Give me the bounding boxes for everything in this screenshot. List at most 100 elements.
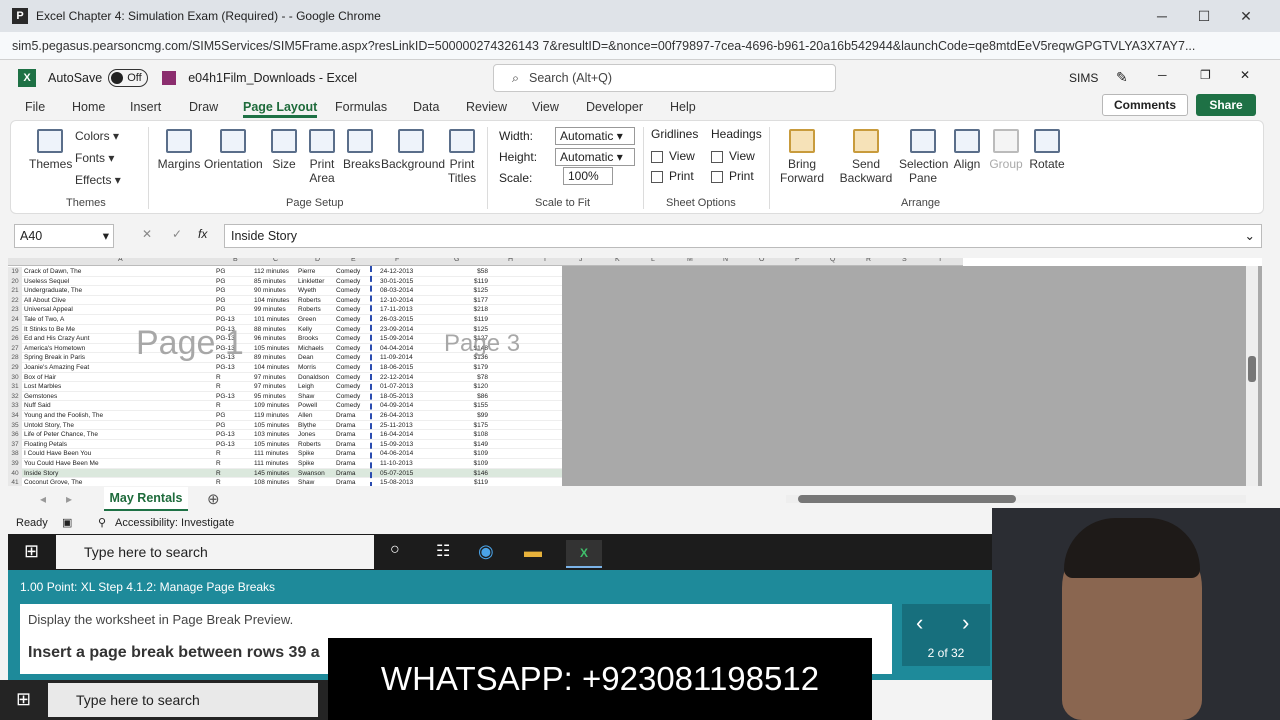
cell[interactable]: 96 minutes: [254, 334, 298, 344]
pen-icon[interactable]: ✎: [1116, 69, 1128, 86]
rotate-button[interactable]: Rotate: [1029, 129, 1065, 171]
gridlines-view-checkbox[interactable]: View: [651, 149, 695, 163]
cell[interactable]: 104 minutes: [254, 363, 298, 373]
cell[interactable]: 85 minutes: [254, 277, 298, 287]
headings-view-checkbox[interactable]: View: [711, 149, 755, 163]
cell[interactable]: Comedy: [336, 296, 370, 306]
table-row[interactable]: 23 Universal Appeal PG 99 minutes Roberts Com…: [8, 305, 562, 315]
table-row[interactable]: 38 I Could Have Been You R 111 minutes Spike…: [8, 449, 562, 459]
cell[interactable]: Jones: [298, 430, 338, 440]
send-backward-button[interactable]: Send Backward: [837, 129, 895, 185]
align-button[interactable]: Align: [951, 129, 983, 171]
cell[interactable]: Roberts: [298, 440, 338, 450]
cell[interactable]: 97 minutes: [254, 382, 298, 392]
height-select[interactable]: Automatic ▾: [555, 148, 635, 166]
column-header[interactable]: R: [866, 258, 871, 263]
column-header[interactable]: K: [615, 258, 620, 263]
cell[interactable]: 112 minutes: [254, 267, 298, 277]
cell[interactable]: Lost Marbles: [24, 382, 214, 392]
cell[interactable]: $109: [428, 449, 488, 459]
cell[interactable]: Comedy: [336, 373, 370, 383]
cell[interactable]: Comedy: [336, 334, 370, 344]
cell[interactable]: 105 minutes: [254, 421, 298, 431]
minimize-button[interactable]: ─: [1152, 6, 1172, 26]
cell[interactable]: Floating Petals: [24, 440, 214, 450]
edge-icon[interactable]: ◉: [478, 541, 494, 562]
cell[interactable]: $146: [428, 469, 488, 479]
row-number[interactable]: 22: [8, 295, 22, 306]
row-number[interactable]: 20: [8, 276, 22, 287]
table-row[interactable]: 24 Tale of Two, A PG-13 101 minutes Green Com…: [8, 315, 562, 325]
print-area-button[interactable]: Print Area: [305, 129, 339, 185]
cell[interactable]: I Could Have Been You: [24, 449, 214, 459]
cell[interactable]: 26-04-2013: [380, 411, 420, 421]
cell[interactable]: $109: [428, 459, 488, 469]
cell[interactable]: Wyeth: [298, 286, 338, 296]
cell[interactable]: Shaw: [298, 478, 338, 486]
cell[interactable]: Michaels: [298, 344, 338, 354]
cell[interactable]: Crack of Dawn, The: [24, 267, 214, 277]
table-row[interactable]: 32 Gemstones PG-13 95 minutes Shaw Comedy 18-0…: [8, 391, 562, 402]
outer-start-icon[interactable]: ⊞: [16, 689, 31, 710]
cell[interactable]: Dean: [298, 353, 338, 363]
row-number[interactable]: 41: [8, 478, 22, 486]
prev-task-icon[interactable]: ‹: [916, 610, 923, 636]
cell[interactable]: PG: [216, 296, 254, 306]
cell[interactable]: Comedy: [336, 305, 370, 315]
cell[interactable]: 04-04-2014: [380, 344, 420, 354]
row-number[interactable]: 36: [8, 430, 22, 440]
table-row[interactable]: 33 Nuff Said R 109 minutes Powell Comedy 04-09…: [8, 401, 562, 411]
cell[interactable]: 97 minutes: [254, 373, 298, 383]
enter-icon[interactable]: ✓: [172, 227, 182, 241]
cell[interactable]: Comedy: [336, 392, 370, 402]
cell[interactable]: $177: [428, 296, 488, 306]
accessibility-icon[interactable]: ⚲: [98, 516, 106, 529]
cell[interactable]: PG-13: [216, 392, 254, 402]
row-number[interactable]: 39: [8, 459, 22, 469]
cell[interactable]: PG: [216, 411, 254, 421]
sheet-tab-may-rentals[interactable]: May Rentals: [104, 487, 188, 511]
row-number[interactable]: 27: [8, 343, 22, 354]
cell[interactable]: Roberts: [298, 296, 338, 306]
row-number[interactable]: 26: [8, 334, 22, 344]
tab-developer[interactable]: Developer: [586, 100, 643, 114]
cell[interactable]: Comedy: [336, 277, 370, 287]
search-input[interactable]: ⌕ Search (Alt+Q): [493, 64, 836, 92]
task-view-icon[interactable]: ○: [390, 541, 400, 559]
table-row[interactable]: 39 You Could Have Been Me R 111 minutes Spik…: [8, 459, 562, 469]
column-header[interactable]: S: [902, 258, 907, 263]
widgets-icon[interactable]: ☷: [436, 541, 450, 561]
cell[interactable]: Kelly: [298, 325, 338, 335]
cell[interactable]: $125: [428, 286, 488, 296]
cell[interactable]: 23-09-2014: [380, 325, 420, 335]
row-number[interactable]: 24: [8, 315, 22, 325]
column-header[interactable]: T: [938, 258, 942, 263]
table-row[interactable]: 34 Young and the Foolish, The PG 119 minute…: [8, 411, 562, 421]
cell[interactable]: You Could Have Been Me: [24, 459, 214, 469]
cell[interactable]: Comedy: [336, 286, 370, 296]
cell[interactable]: R: [216, 382, 254, 392]
table-row[interactable]: 21 Undergraduate, The PG 90 minutes Wyeth Com…: [8, 286, 562, 296]
horizontal-scrollbar[interactable]: [786, 495, 1246, 503]
tab-formulas[interactable]: Formulas: [335, 100, 387, 114]
cell[interactable]: Joanie's Amazing Feat: [24, 363, 214, 373]
tab-page-layout[interactable]: Page Layout: [243, 100, 318, 118]
cell[interactable]: $108: [428, 430, 488, 440]
cell[interactable]: 111 minutes: [254, 459, 298, 469]
formula-input[interactable]: Inside Story ⌄: [224, 224, 1262, 248]
cell[interactable]: Pierre: [298, 267, 338, 277]
cell[interactable]: 04-06-2014: [380, 449, 420, 459]
cell[interactable]: PG: [216, 286, 254, 296]
table-row[interactable]: 37 Floating Petals PG-13 105 minutes Roberts…: [8, 439, 562, 450]
column-header[interactable]: H: [508, 258, 513, 263]
tab-review[interactable]: Review: [466, 100, 507, 114]
column-header[interactable]: L: [651, 258, 655, 263]
fx-icon[interactable]: fx: [198, 227, 207, 241]
cell[interactable]: R: [216, 401, 254, 411]
xl-minimize-icon[interactable]: ─: [1158, 68, 1167, 82]
cell[interactable]: 01-07-2013: [380, 382, 420, 392]
row-number[interactable]: 32: [8, 391, 22, 402]
cell[interactable]: 18-05-2013: [380, 392, 420, 402]
row-number[interactable]: 37: [8, 439, 22, 450]
cell[interactable]: Gemstones: [24, 392, 214, 402]
